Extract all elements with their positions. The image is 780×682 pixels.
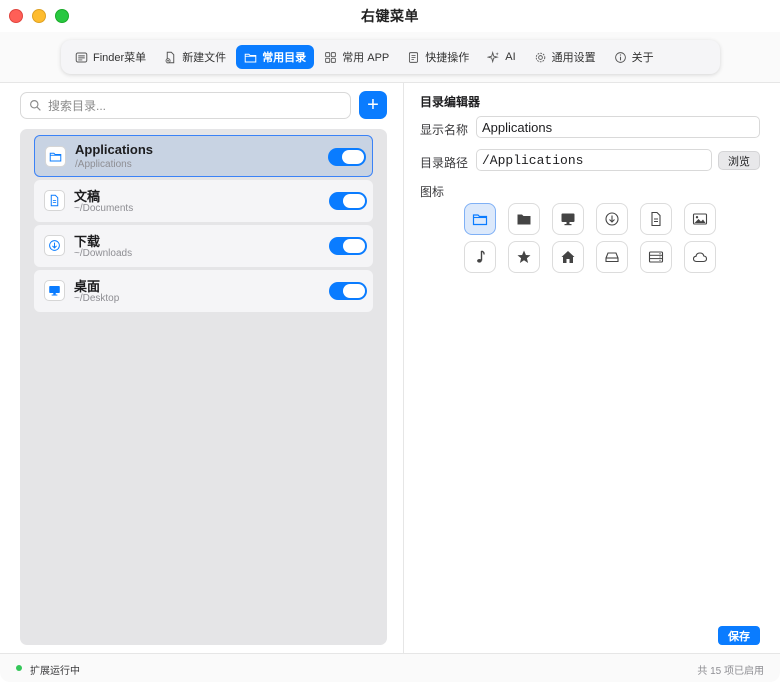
quick-action-icon xyxy=(409,51,419,63)
maximize-window-button[interactable] xyxy=(55,9,69,23)
directory-list-panel: + Applications /Applications 文稿 ~/Docume… xyxy=(0,83,404,653)
window-title: 右键菜单 xyxy=(361,8,419,24)
tab-label: 常用 APP xyxy=(342,52,390,64)
toolbar: Finder菜单 新建文件 常用目录 常用 APP 快捷操作 AI 通用设置 关… xyxy=(0,32,780,83)
status-indicator-dot xyxy=(16,665,22,671)
star-icon xyxy=(517,250,531,263)
icon-picker xyxy=(464,203,716,273)
search-icon xyxy=(30,100,41,111)
icon-option-drive[interactable] xyxy=(596,241,628,273)
minimize-window-button[interactable] xyxy=(32,9,46,23)
cloud-icon xyxy=(692,252,708,263)
list-item[interactable]: Applications /Applications xyxy=(34,135,373,177)
directory-editor-panel: 目录编辑器 显示名称 Applications 目录路径 /Applicatio… xyxy=(404,83,780,653)
tab-common-directories[interactable]: 常用目录 xyxy=(236,45,315,69)
enable-toggle[interactable] xyxy=(329,237,367,255)
folder-icon xyxy=(49,152,62,162)
display-name-label: 显示名称 xyxy=(420,123,469,137)
tab-about[interactable]: 关于 xyxy=(606,45,662,69)
item-path: ~/Documents xyxy=(74,203,134,214)
menu-list-icon xyxy=(75,52,88,62)
tab-label: AI xyxy=(505,51,516,63)
icon-option-cloud[interactable] xyxy=(684,241,716,273)
editor-title: 目录编辑器 xyxy=(420,95,481,109)
search-input[interactable] xyxy=(48,98,328,113)
tab-label: 快捷操作 xyxy=(425,52,470,64)
icon-option-folder-outline[interactable] xyxy=(464,203,496,235)
item-icon-box xyxy=(45,146,66,167)
title-bar: 右键菜单 xyxy=(0,0,780,32)
icon-label: 图标 xyxy=(420,185,445,199)
new-file-icon xyxy=(165,51,175,63)
document-icon xyxy=(50,194,59,207)
tab-label: 通用设置 xyxy=(551,52,596,64)
icon-option-home[interactable] xyxy=(552,241,584,273)
info-icon xyxy=(614,51,626,63)
download-icon xyxy=(605,212,619,226)
drive-icon xyxy=(605,252,619,263)
status-bar: 扩展运行中 共 15 项已启用 xyxy=(0,653,780,682)
list-item[interactable]: 文稿 ~/Documents xyxy=(34,180,373,222)
icon-option-download[interactable] xyxy=(596,203,628,235)
app-window: 右键菜单 Finder菜单 新建文件 常用目录 常用 APP 快捷操作 AI 通… xyxy=(0,0,780,682)
tab-label: Finder菜单 xyxy=(93,52,147,64)
enable-toggle[interactable] xyxy=(328,148,366,166)
icon-option-photo[interactable] xyxy=(684,203,716,235)
item-path: ~/Downloads xyxy=(74,248,133,259)
item-name: Applications xyxy=(75,142,154,157)
list-item[interactable]: 下载 ~/Downloads xyxy=(34,225,373,267)
desktop-icon xyxy=(561,213,575,226)
icon-option-document[interactable] xyxy=(640,203,672,235)
download-icon xyxy=(49,240,60,251)
item-path: /Applications xyxy=(75,159,132,170)
path-label: 目录路径 xyxy=(420,156,469,170)
enable-toggle[interactable] xyxy=(329,192,367,210)
icon-option-star[interactable] xyxy=(508,241,540,273)
icon-option-server[interactable] xyxy=(640,241,672,273)
item-path: ~/Desktop xyxy=(74,293,120,304)
music-note-icon xyxy=(477,250,485,263)
tab-bar: Finder菜单 新建文件 常用目录 常用 APP 快捷操作 AI 通用设置 关… xyxy=(61,40,720,74)
path-field[interactable]: /Applications xyxy=(476,149,712,171)
close-window-button[interactable] xyxy=(9,9,23,23)
folder-filled-icon xyxy=(517,214,531,225)
save-button[interactable]: 保存 xyxy=(718,626,760,645)
tab-new-file[interactable]: 新建文件 xyxy=(156,45,234,69)
folder-icon xyxy=(244,53,257,62)
icon-option-folder-filled[interactable] xyxy=(508,203,540,235)
desktop-icon xyxy=(49,286,60,296)
tab-label: 新建文件 xyxy=(182,52,227,64)
tab-label: 关于 xyxy=(631,52,654,64)
icon-option-desktop[interactable] xyxy=(552,203,584,235)
item-icon-box xyxy=(44,235,65,256)
enable-toggle[interactable] xyxy=(329,282,367,300)
tab-common-apps[interactable]: 常用 APP xyxy=(316,45,397,69)
tab-ai[interactable]: AI xyxy=(479,45,523,69)
browse-button[interactable]: 浏览 xyxy=(718,151,760,170)
folder-outline-icon xyxy=(472,214,488,226)
server-icon xyxy=(648,251,664,263)
enabled-count: 共 15 项已启用 xyxy=(697,666,764,677)
list-item[interactable]: 桌面 ~/Desktop xyxy=(34,270,373,312)
tab-label: 常用目录 xyxy=(262,52,307,64)
document-icon xyxy=(651,211,661,227)
grid-icon xyxy=(325,51,337,63)
status-text: 扩展运行中 xyxy=(30,666,80,677)
icon-option-music[interactable] xyxy=(464,241,496,273)
item-icon-box xyxy=(44,190,65,211)
display-name-field[interactable]: Applications xyxy=(476,116,760,138)
item-icon-box xyxy=(44,280,65,301)
tab-general-settings[interactable]: 通用设置 xyxy=(526,45,604,69)
directory-list: Applications /Applications 文稿 ~/Document… xyxy=(20,129,387,645)
home-icon xyxy=(561,251,575,263)
tab-finder-menu[interactable]: Finder菜单 xyxy=(67,45,154,69)
gear-icon xyxy=(535,52,545,62)
add-directory-button[interactable]: + xyxy=(359,91,387,119)
search-box[interactable] xyxy=(20,92,351,119)
photo-icon xyxy=(692,213,708,225)
tab-quick-actions[interactable]: 快捷操作 xyxy=(399,45,477,69)
window-controls xyxy=(9,9,69,23)
sparkle-icon xyxy=(487,50,500,63)
